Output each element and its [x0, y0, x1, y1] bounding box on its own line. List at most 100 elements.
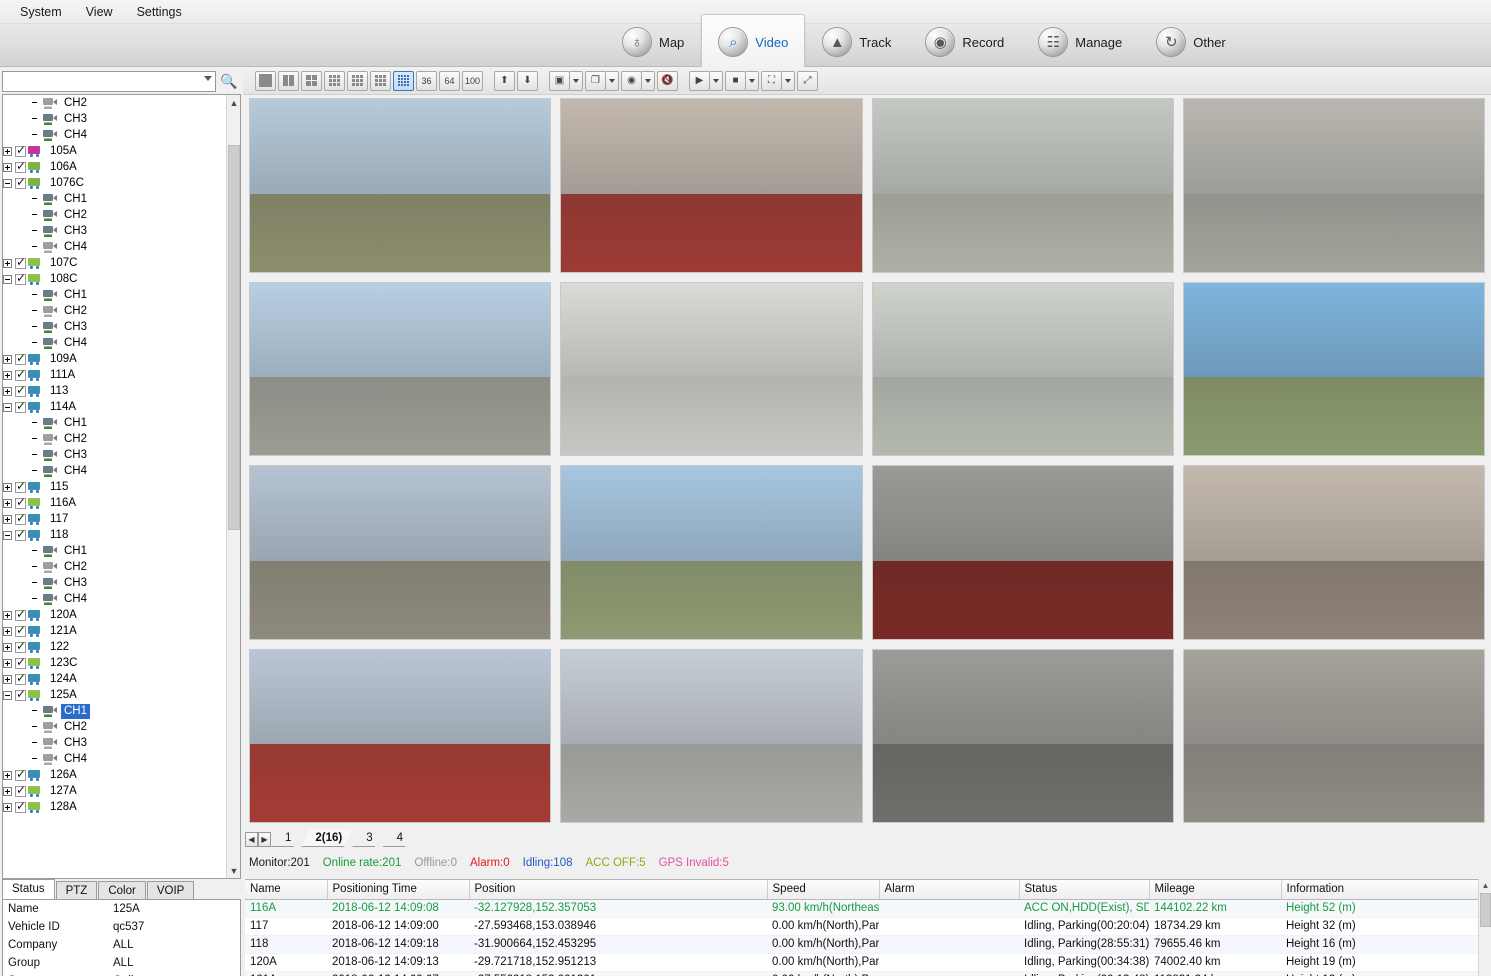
video-grid[interactable]: [249, 98, 1485, 823]
stream-select-button[interactable]: ❐: [585, 70, 606, 91]
tree-vehicle-node[interactable]: 116A: [3, 495, 226, 511]
status-tab-ptz[interactable]: PTZ: [55, 881, 98, 899]
video-tile[interactable]: [560, 98, 863, 273]
tree-checkbox[interactable]: [15, 511, 26, 525]
page-tab-3[interactable]: 3: [352, 830, 382, 847]
tree-channel-node[interactable]: CH3: [3, 223, 226, 239]
page-tab-1[interactable]: 1: [271, 830, 301, 847]
nav-tab-record[interactable]: ◉ Record: [908, 14, 1021, 70]
tree-channel-node[interactable]: CH4: [3, 751, 226, 767]
video-tile[interactable]: [1182, 281, 1485, 456]
tree-expander-plus-icon[interactable]: [3, 514, 12, 524]
tree-expander-plus-icon[interactable]: [3, 658, 12, 668]
tree-checkbox[interactable]: [15, 623, 26, 637]
tree-vehicle-node[interactable]: 114A: [3, 399, 226, 415]
tree-channel-node[interactable]: CH4: [3, 591, 226, 607]
tree-vehicle-node[interactable]: 122: [3, 639, 226, 655]
video-tile[interactable]: [871, 98, 1174, 273]
layout-64-button[interactable]: 64: [439, 70, 460, 91]
tree-channel-node[interactable]: CH2: [3, 431, 226, 447]
table-column-header[interactable]: Speed: [767, 880, 880, 900]
nav-tab-video[interactable]: ⌕ Video: [701, 14, 806, 70]
table-row[interactable]: 116A 2018-06-12 14:09:08 -32.127928,152.35…: [245, 899, 1481, 918]
stop-dropdown-icon[interactable]: [746, 70, 759, 91]
tree-vehicle-node[interactable]: 115: [3, 479, 226, 495]
menu-item-view[interactable]: View: [74, 2, 125, 22]
tree-channel-node[interactable]: CH2: [3, 719, 226, 735]
layout-4-button[interactable]: [301, 70, 322, 91]
tree-channel-node[interactable]: CH3: [3, 319, 226, 335]
tree-channel-node[interactable]: CH2: [3, 207, 226, 223]
chevron-down-icon[interactable]: [204, 75, 212, 81]
record-snap-button[interactable]: ⛶: [761, 70, 782, 91]
device-tree-scrollbar[interactable]: ▲ ▼: [226, 95, 240, 878]
table-row[interactable]: 121A2018-06-12 14:09:07-27.556218,153.00…: [245, 971, 1481, 976]
tree-channel-node[interactable]: CH1: [3, 543, 226, 559]
tree-channel-node[interactable]: CH1: [3, 703, 226, 719]
video-tile[interactable]: [871, 648, 1174, 823]
tree-checkbox[interactable]: [15, 399, 26, 413]
layout-6-button[interactable]: [324, 70, 345, 91]
status-tab-color[interactable]: Color: [98, 881, 146, 899]
nav-tab-track[interactable]: ▲ Track: [805, 14, 908, 70]
table-row[interactable]: 117 2018-06-12 14:09:00 -27.593468,153.038…: [245, 917, 1481, 936]
tree-channel-node[interactable]: CH1: [3, 415, 226, 431]
tree-vehicle-node[interactable]: 124A: [3, 671, 226, 687]
table-row[interactable]: 118 2018-06-12 14:09:18 -31.900664,152.453…: [245, 935, 1481, 954]
layout-100-button[interactable]: 100: [462, 70, 483, 91]
tree-expander-plus-icon[interactable]: [3, 370, 12, 380]
tree-vehicle-node[interactable]: 126A: [3, 767, 226, 783]
tree-checkbox[interactable]: [15, 255, 26, 269]
layout-9-button[interactable]: [370, 70, 391, 91]
tree-expander-plus-icon[interactable]: [3, 146, 12, 156]
snapshot-dropdown-icon[interactable]: [642, 70, 655, 91]
tree-checkbox[interactable]: [15, 783, 26, 797]
table-column-header[interactable]: Mileage: [1149, 880, 1282, 900]
tree-expander-plus-icon[interactable]: [3, 642, 12, 652]
tree-checkbox[interactable]: [15, 367, 26, 381]
menu-item-system[interactable]: System: [8, 2, 74, 22]
tree-checkbox[interactable]: [15, 607, 26, 621]
tree-channel-node[interactable]: CH3: [3, 111, 226, 127]
tree-checkbox[interactable]: [15, 799, 26, 813]
page-tab-216[interactable]: 2(16): [301, 830, 352, 847]
tree-vehicle-node[interactable]: 121A: [3, 623, 226, 639]
tree-vehicle-node[interactable]: 111A: [3, 367, 226, 383]
search-combobox[interactable]: [2, 70, 216, 92]
tree-vehicle-node[interactable]: 117: [3, 511, 226, 527]
record-snap-dropdown-icon[interactable]: [782, 70, 795, 91]
tree-expander-plus-icon[interactable]: [3, 354, 12, 364]
tree-expander-plus-icon[interactable]: [3, 386, 12, 396]
tree-vehicle-node[interactable]: 125A: [3, 687, 226, 703]
video-tile[interactable]: [1182, 98, 1485, 273]
tree-checkbox[interactable]: [15, 271, 26, 285]
table-column-header[interactable]: Position: [469, 880, 768, 900]
table-column-header[interactable]: Status: [1019, 880, 1150, 900]
tree-expander-plus-icon[interactable]: [3, 674, 12, 684]
tree-channel-node[interactable]: CH4: [3, 127, 226, 143]
tree-vehicle-node[interactable]: 118: [3, 527, 226, 543]
layout-8-button[interactable]: [347, 70, 368, 91]
tree-expander-plus-icon[interactable]: [3, 498, 12, 508]
fit-window-button[interactable]: ▣: [549, 70, 570, 91]
tree-checkbox[interactable]: [15, 767, 26, 781]
tree-expander-minus-icon[interactable]: [3, 402, 12, 412]
tree-expander-plus-icon[interactable]: [3, 482, 12, 492]
tree-vehicle-node[interactable]: 108C: [3, 271, 226, 287]
tree-checkbox[interactable]: [15, 479, 26, 493]
table-scrollbar[interactable]: ▲ ▼: [1478, 879, 1491, 976]
play-button[interactable]: ▶: [689, 70, 710, 91]
table-column-header[interactable]: Information: [1281, 880, 1482, 900]
stop-button[interactable]: ■: [725, 70, 746, 91]
tree-checkbox[interactable]: [15, 143, 26, 157]
page-down-button[interactable]: ⬇: [517, 70, 538, 91]
table-row[interactable]: 120A 2018-06-12 14:09:13 -29.721718,152.95…: [245, 953, 1481, 972]
table-column-header[interactable]: Name: [245, 880, 328, 900]
page-up-button[interactable]: ⬆: [494, 70, 515, 91]
layout-16-button[interactable]: [393, 70, 414, 91]
tree-checkbox[interactable]: [15, 495, 26, 509]
tree-channel-node[interactable]: CH3: [3, 575, 226, 591]
tree-expander-plus-icon[interactable]: [3, 162, 12, 172]
tree-vehicle-node[interactable]: 107C: [3, 255, 226, 271]
layout-1-button[interactable]: [255, 70, 276, 91]
